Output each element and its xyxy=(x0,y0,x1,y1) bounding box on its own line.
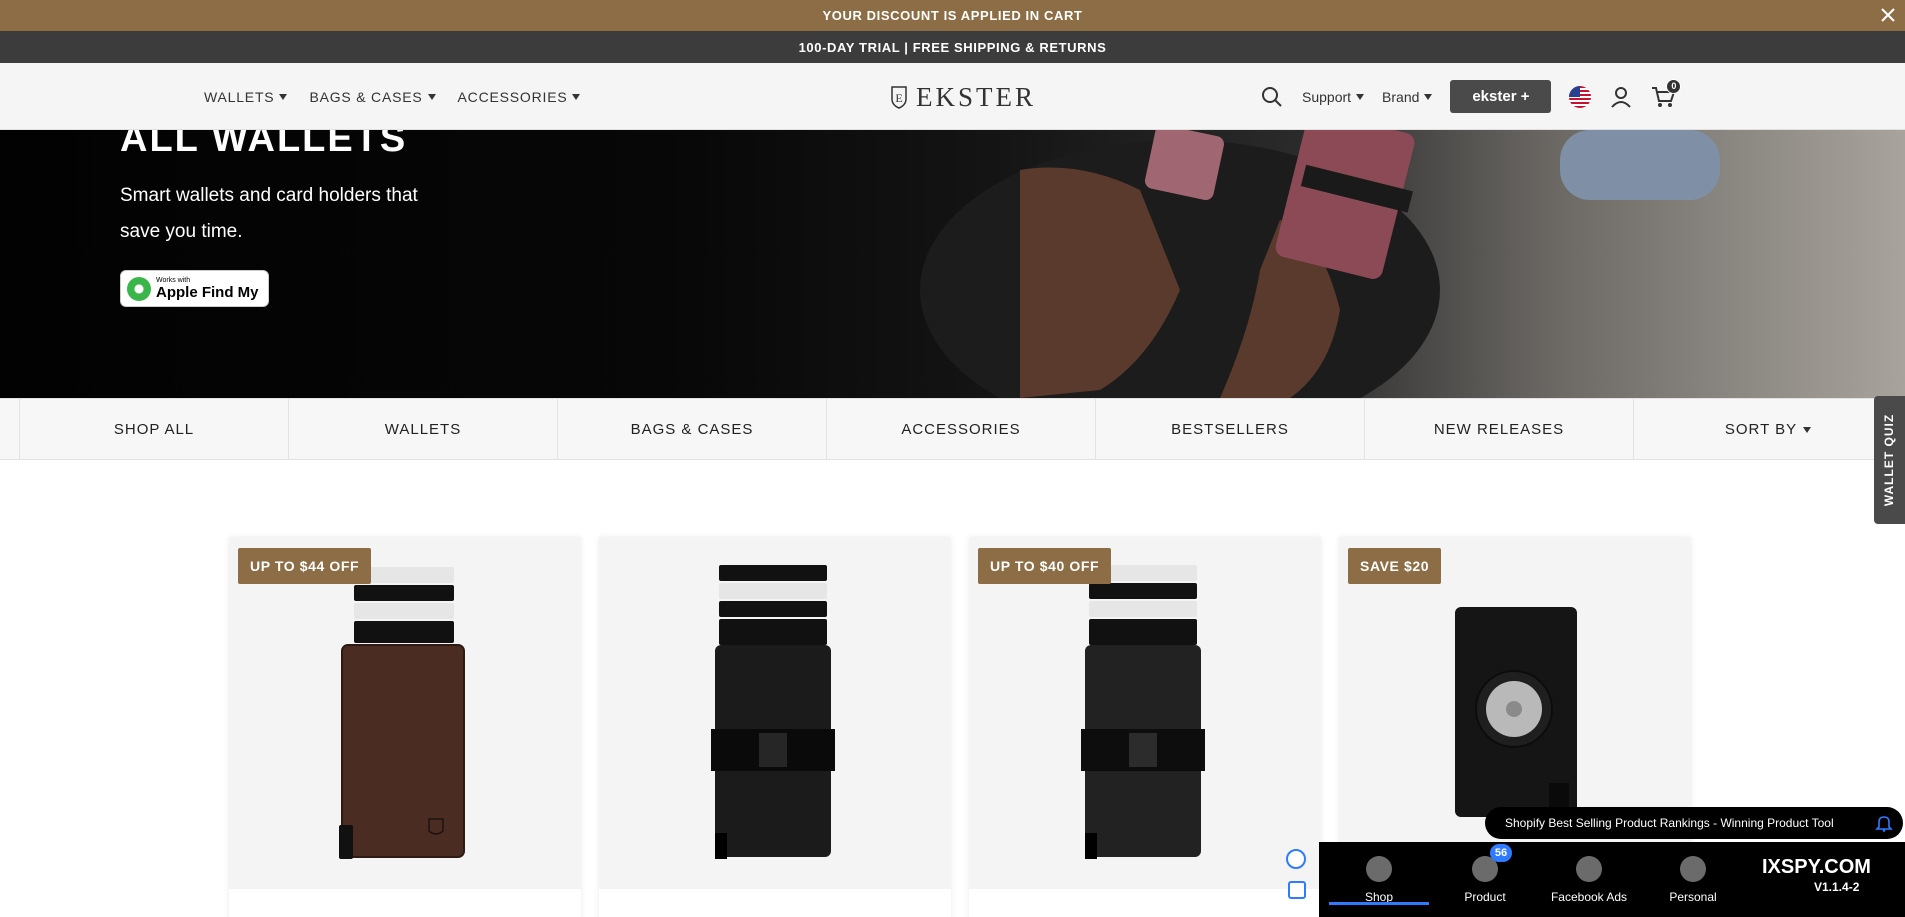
card-footer xyxy=(969,889,1321,917)
product-card[interactable] xyxy=(599,537,951,917)
caret-down-icon xyxy=(1803,426,1812,433)
nav-label: ACCESSORIES xyxy=(457,88,568,105)
category-shop-all[interactable]: SHOP ALL xyxy=(19,399,288,460)
card-footer xyxy=(229,889,581,917)
category-accessories[interactable]: ACCESSORIES xyxy=(826,399,1095,460)
us-flag-icon[interactable] xyxy=(1569,85,1592,108)
sidebar-toggle-icon[interactable] xyxy=(1288,881,1306,899)
account-icon[interactable] xyxy=(1609,85,1633,109)
discount-banner: YOUR DISCOUNT IS APPLIED IN CART xyxy=(0,0,1905,31)
ixspy-banner-text: Shopify Best Selling Product Rankings - … xyxy=(1505,816,1834,830)
category-bags-cases[interactable]: BAGS & CASES xyxy=(557,399,826,460)
support-dropdown[interactable]: Support xyxy=(1302,88,1365,105)
nav-wallets[interactable]: WALLETS xyxy=(204,88,288,105)
nav-bags-cases[interactable]: BAGS & CASES xyxy=(309,88,436,105)
chevron-right-icon[interactable] xyxy=(1286,849,1306,869)
site-logo[interactable]: E EKSTER xyxy=(890,81,1036,113)
wallet-quiz-label: WALLET QUIZ xyxy=(1882,413,1897,507)
ixspy-tab-facebook-ads[interactable]: Facebook Ads xyxy=(1539,842,1639,917)
ixspy-tab-personal[interactable]: Personal xyxy=(1643,842,1743,917)
product-card[interactable]: UP TO $40 OFF xyxy=(969,537,1321,917)
ixspy-version: V1.1.4-2 xyxy=(1814,880,1860,894)
discount-badge: SAVE $20 xyxy=(1348,548,1442,584)
ekster-shield-icon: E xyxy=(891,86,907,109)
product-count-badge: 56 xyxy=(1490,843,1512,862)
category-wallets[interactable]: WALLETS xyxy=(288,399,557,460)
ixspy-brand: IXSPY.COM xyxy=(1762,856,1871,878)
black-wallet-image xyxy=(711,565,835,859)
sort-by-label: SORT BY xyxy=(1724,421,1798,438)
close-icon[interactable] xyxy=(1877,4,1899,26)
ixspy-promo-banner[interactable]: Shopify Best Selling Product Rankings - … xyxy=(1485,807,1903,839)
shop-icon xyxy=(1366,855,1392,882)
hero-subtitle: Smart wallets and card holders that save… xyxy=(120,185,418,242)
hero-banner: ALL WALLETS Smart wallets and card holde… xyxy=(0,130,1905,398)
logo-text: EKSTER xyxy=(916,81,1037,112)
category-bestsellers[interactable]: BESTSELLERS xyxy=(1095,399,1364,460)
brand-label: Brand xyxy=(1382,88,1420,105)
person-icon xyxy=(1680,855,1706,882)
caret-down-icon xyxy=(279,93,288,100)
main-nav: WALLETS BAGS & CASES ACCESSORIES xyxy=(204,63,581,130)
search-icon[interactable] xyxy=(1260,85,1284,109)
ixspy-tab-product[interactable]: 56 Product xyxy=(1435,842,1535,917)
header-actions: Support Brand ekster + 0 xyxy=(1260,63,1682,130)
black-wallet-image xyxy=(1081,565,1205,859)
trial-banner: 100-DAY TRIAL | FREE SHIPPING & RETURNS xyxy=(0,31,1905,63)
discount-badge: UP TO $44 OFF xyxy=(238,548,372,584)
svg-text:E: E xyxy=(895,91,902,105)
trial-text: 100-DAY TRIAL | FREE SHIPPING & RETURNS xyxy=(798,39,1107,55)
nav-label: WALLETS xyxy=(204,88,275,105)
wallet-quiz-tab[interactable]: WALLET QUIZ xyxy=(1874,396,1905,524)
ixspy-tab-shop[interactable]: Shop xyxy=(1329,842,1429,917)
cart-count-badge: 0 xyxy=(1666,78,1682,94)
apple-find-my-badge: Works with Apple Find My xyxy=(120,270,269,307)
find-my-icon xyxy=(127,276,151,301)
tab-label: Product xyxy=(1464,889,1506,904)
site-header: WALLETS BAGS & CASES ACCESSORIES E EKSTE… xyxy=(0,63,1905,130)
caret-down-icon xyxy=(1424,93,1433,100)
sort-by-dropdown[interactable]: SORT BY xyxy=(1633,399,1902,460)
ixspy-panel: Shop 56 Product Facebook Ads Personal IX… xyxy=(1319,842,1905,917)
hero-image xyxy=(920,130,1720,398)
tab-label: Facebook Ads xyxy=(1550,889,1628,904)
support-label: Support xyxy=(1302,88,1352,105)
active-tab-indicator xyxy=(1329,902,1429,905)
product-card[interactable]: UP TO $44 OFF xyxy=(229,537,581,917)
facebook-icon xyxy=(1576,855,1602,882)
caret-down-icon xyxy=(427,93,436,100)
cart-icon[interactable]: 0 xyxy=(1651,78,1682,109)
brown-wallet-image xyxy=(339,567,465,859)
card-footer xyxy=(599,889,951,917)
findmy-big-text: Apple Find My xyxy=(156,283,259,301)
nav-accessories[interactable]: ACCESSORIES xyxy=(458,89,581,105)
tab-label: Personal xyxy=(1669,889,1717,904)
nav-label: BAGS & CASES xyxy=(309,88,423,105)
ekster-plus-button[interactable]: ekster + xyxy=(1450,80,1552,113)
discount-text: YOUR DISCOUNT IS APPLIED IN CART xyxy=(822,8,1083,23)
brand-dropdown[interactable]: Brand xyxy=(1382,88,1433,105)
page-title: ALL WALLETS xyxy=(120,130,408,160)
box-icon: 56 xyxy=(1472,843,1512,882)
category-new-releases[interactable]: NEW RELEASES xyxy=(1364,399,1633,460)
bell-icon[interactable] xyxy=(1875,814,1893,832)
discount-badge: UP TO $40 OFF xyxy=(978,548,1112,584)
caret-down-icon xyxy=(572,93,581,100)
category-bar: SHOP ALL WALLETS BAGS & CASES ACCESSORIE… xyxy=(0,398,1905,460)
caret-down-icon xyxy=(1356,93,1365,100)
